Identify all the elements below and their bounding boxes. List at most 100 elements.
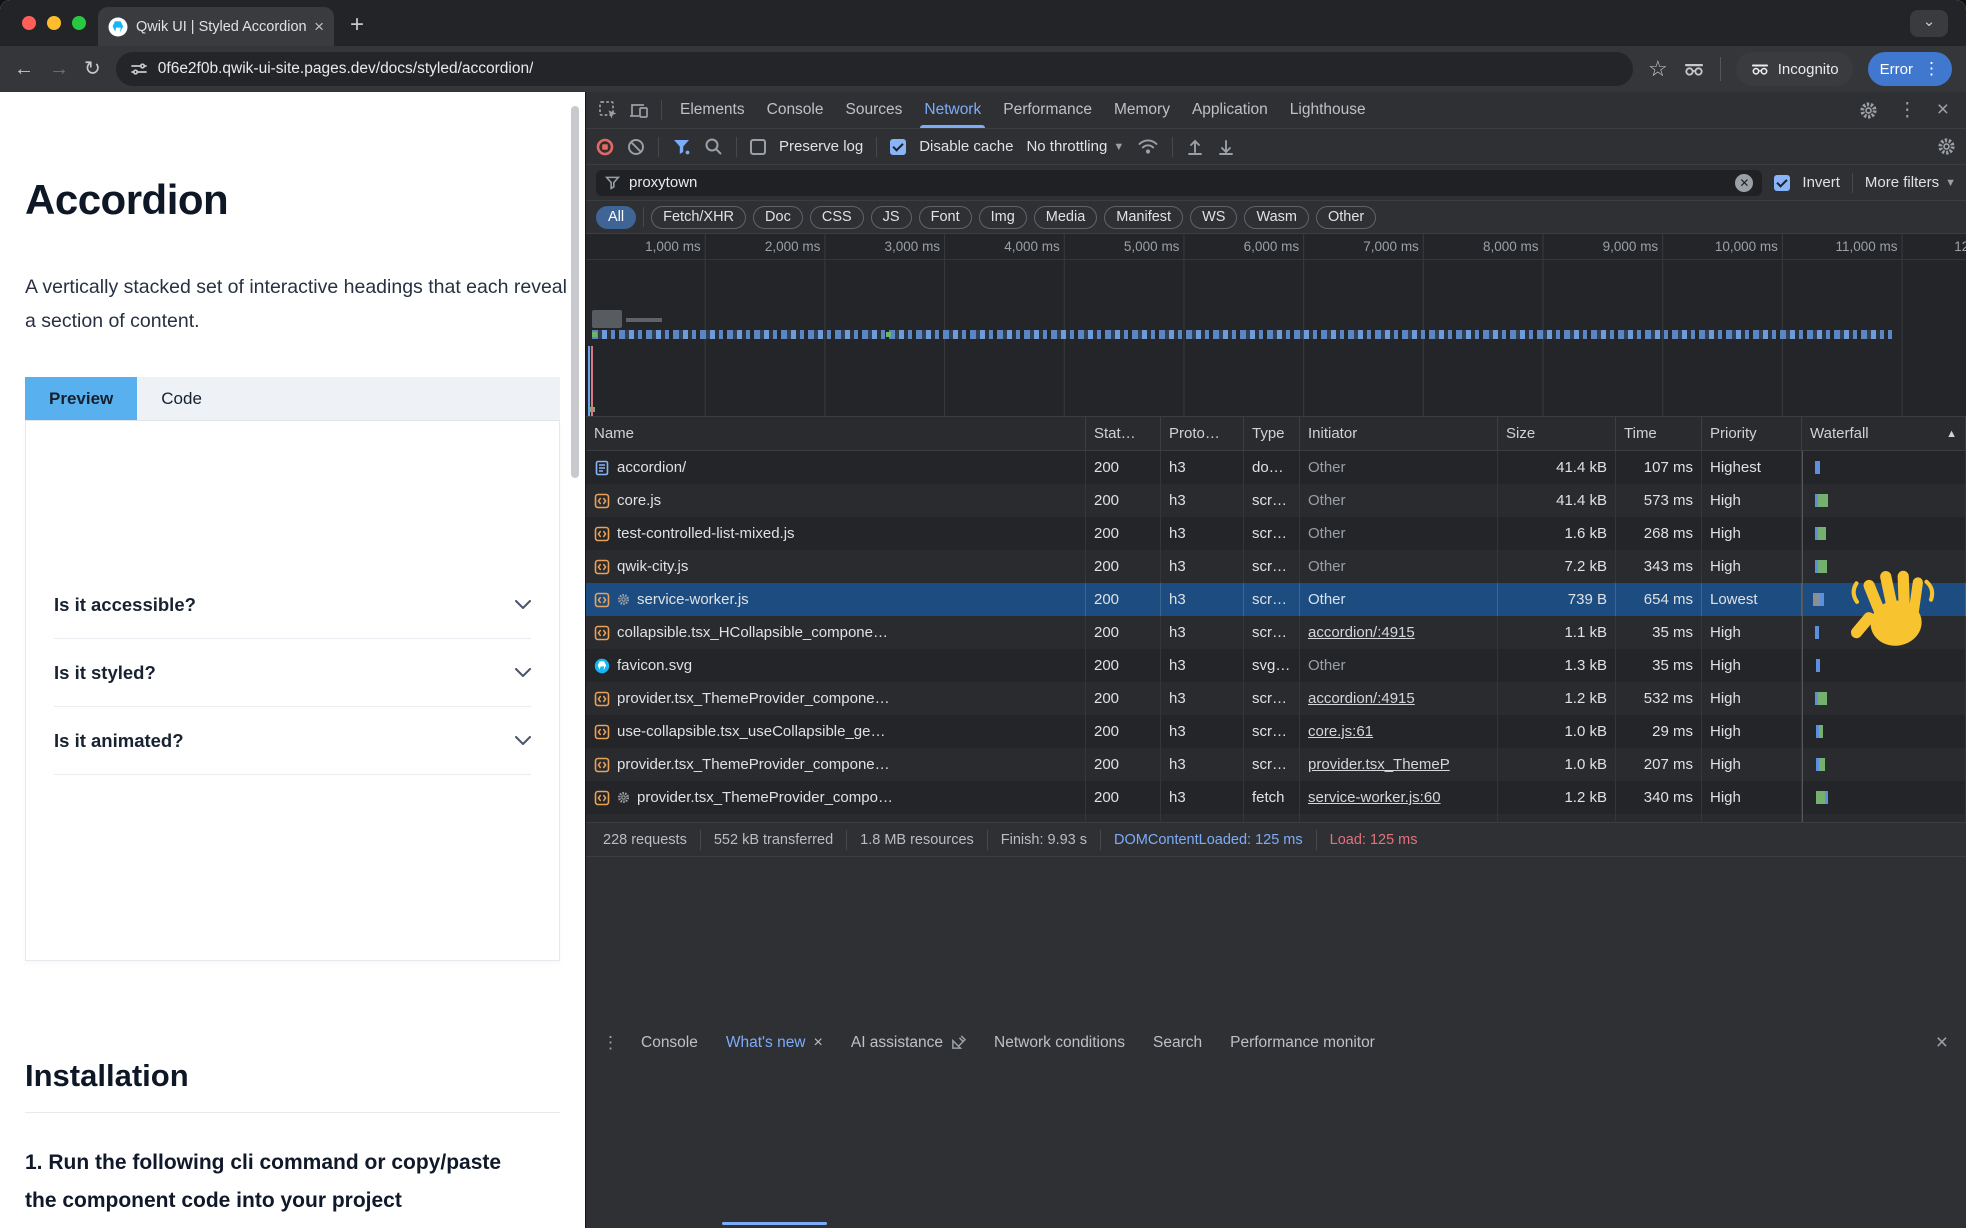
column-header-type[interactable]: Type: [1244, 417, 1300, 450]
column-header-waterfall[interactable]: Waterfall▲: [1802, 417, 1966, 450]
devtools-tab-network[interactable]: Network: [913, 92, 992, 128]
devtools-tab-application[interactable]: Application: [1181, 92, 1279, 128]
devtools-tab-performance[interactable]: Performance: [992, 92, 1103, 128]
request-row[interactable]: collapsible.tsx_HCollapsible_compone…200…: [586, 616, 1966, 649]
request-row[interactable]: core.js200h3scr…Other41.4 kB573 msHigh: [586, 484, 1966, 517]
request-row[interactable]: provider.js200h3fetchservice-worker.js:6…: [586, 814, 1966, 822]
devtools-tab-console[interactable]: Console: [756, 92, 835, 128]
drawer-tab-console[interactable]: Console: [627, 857, 712, 1228]
filter-chip-css[interactable]: CSS: [810, 206, 864, 229]
drawer-tab-whatsnew[interactable]: What's new×: [712, 857, 837, 1228]
filter-chip-font[interactable]: Font: [919, 206, 972, 229]
export-har-icon[interactable]: [1217, 138, 1235, 156]
column-header-initiator[interactable]: Initiator: [1300, 417, 1498, 450]
initiator-link[interactable]: core.js:61: [1308, 723, 1373, 740]
devtools-kebab-menu-icon[interactable]: ⋮: [1898, 99, 1917, 122]
filter-chip-img[interactable]: Img: [979, 206, 1027, 229]
filter-chip-wasm[interactable]: Wasm: [1244, 206, 1309, 229]
page-scrollbar[interactable]: [571, 106, 579, 478]
filter-chip-doc[interactable]: Doc: [753, 206, 803, 229]
initiator-link[interactable]: service-worker.js:60: [1308, 789, 1441, 806]
filter-input-wrapper[interactable]: ✕: [596, 170, 1762, 196]
filter-input[interactable]: [629, 174, 1726, 191]
column-header-proto[interactable]: Proto…: [1161, 417, 1244, 450]
inspect-element-icon[interactable]: [598, 100, 619, 121]
column-header-name[interactable]: Name: [586, 417, 1086, 450]
reload-icon[interactable]: ↻: [84, 59, 101, 79]
column-header-time[interactable]: Time: [1616, 417, 1702, 450]
filter-chip-all[interactable]: All: [596, 206, 636, 229]
close-window-button[interactable]: [22, 16, 36, 30]
browser-tab[interactable]: Qwik UI | Styled Accordion Co ×: [98, 7, 334, 46]
accordion-item[interactable]: Is it animated?: [54, 707, 531, 775]
drawer-tab-search[interactable]: Search: [1139, 857, 1216, 1228]
filter-chip-other[interactable]: Other: [1316, 206, 1376, 229]
import-har-icon[interactable]: [1186, 138, 1204, 156]
request-row[interactable]: service-worker.js200h3scr…Other739 B654 …: [586, 583, 1966, 616]
clear-network-log-icon[interactable]: [627, 138, 645, 156]
drawer-kebab-menu-icon[interactable]: ⋮: [602, 1033, 619, 1053]
filter-funnel-icon[interactable]: [672, 137, 691, 156]
initiator-link[interactable]: provider.tsx_ThemeP: [1308, 756, 1450, 773]
network-conditions-icon[interactable]: [1137, 137, 1159, 156]
request-row[interactable]: provider.tsx_ThemeProvider_compone…200h3…: [586, 748, 1966, 781]
devtools-tab-lighthouse[interactable]: Lighthouse: [1279, 92, 1377, 128]
network-settings-gear-icon[interactable]: [1937, 137, 1956, 156]
devtools-close-icon[interactable]: ×: [1937, 98, 1949, 122]
bookmark-star-icon[interactable]: ☆: [1648, 58, 1668, 80]
browser-menu-error-button[interactable]: Error ⋮: [1868, 52, 1952, 86]
filter-chip-fetchxhr[interactable]: Fetch/XHR: [651, 206, 746, 229]
initiator-link[interactable]: accordion/:4915: [1308, 624, 1415, 641]
preserve-log-checkbox[interactable]: [750, 139, 766, 155]
search-icon[interactable]: [704, 137, 723, 156]
profile-incognito-icon[interactable]: [1683, 60, 1705, 78]
request-row[interactable]: accordion/200h3do…Other41.4 kB107 msHigh…: [586, 451, 1966, 484]
filter-chip-manifest[interactable]: Manifest: [1104, 206, 1183, 229]
overview-selection[interactable]: [592, 310, 622, 328]
accordion-item[interactable]: Is it accessible?: [54, 571, 531, 639]
invert-checkbox[interactable]: [1774, 175, 1790, 191]
minimize-window-button[interactable]: [47, 16, 61, 30]
new-tab-button[interactable]: +: [350, 11, 364, 39]
request-row[interactable]: test-controlled-list-mixed.js200h3scr…Ot…: [586, 517, 1966, 550]
tab-search-chevron-icon[interactable]: ⌄: [1910, 10, 1948, 37]
accordion-item[interactable]: Is it styled?: [54, 639, 531, 707]
filter-chip-ws[interactable]: WS: [1190, 206, 1237, 229]
initiator-link[interactable]: accordion/:4915: [1308, 690, 1415, 707]
drawer-tab-aiassistance[interactable]: AI assistance: [837, 857, 980, 1228]
forward-icon[interactable]: →: [49, 59, 69, 79]
address-bar[interactable]: 0f6e2f0b.qwik-ui-site.pages.dev/docs/sty…: [116, 52, 1633, 86]
throttling-select[interactable]: No throttling ▼: [1026, 138, 1124, 155]
column-header-stat[interactable]: Stat…: [1086, 417, 1161, 450]
request-name: test-controlled-list-mixed.js: [617, 525, 795, 542]
maximize-window-button[interactable]: [72, 16, 86, 30]
filter-chip-js[interactable]: JS: [871, 206, 912, 229]
drawer-tab-networkconditions[interactable]: Network conditions: [980, 857, 1139, 1228]
close-drawer-tab-icon[interactable]: ×: [814, 1034, 823, 1052]
more-filters-dropdown[interactable]: More filters ▼: [1865, 174, 1956, 191]
filter-chip-media[interactable]: Media: [1034, 206, 1098, 229]
devtools-tab-elements[interactable]: Elements: [669, 92, 756, 128]
column-header-size[interactable]: Size: [1498, 417, 1616, 450]
request-row[interactable]: qwik-city.js200h3scr…Other7.2 kB343 msHi…: [586, 550, 1966, 583]
column-header-priority[interactable]: Priority: [1702, 417, 1802, 450]
drawer-close-icon[interactable]: ×: [1936, 1031, 1948, 1055]
devtools-settings-gear-icon[interactable]: [1859, 101, 1878, 120]
tab-preview[interactable]: Preview: [25, 377, 137, 420]
site-settings-icon[interactable]: [130, 60, 148, 78]
request-row[interactable]: use-collapsible.tsx_useCollapsible_ge…20…: [586, 715, 1966, 748]
back-icon[interactable]: ←: [14, 59, 34, 79]
record-network-log-icon[interactable]: [596, 138, 614, 156]
clear-filter-icon[interactable]: ✕: [1735, 174, 1753, 192]
devtools-tab-memory[interactable]: Memory: [1103, 92, 1181, 128]
request-row[interactable]: favicon.svg200h3svg…Other1.3 kB35 msHigh: [586, 649, 1966, 682]
request-row[interactable]: provider.tsx_ThemeProvider_compone…200h3…: [586, 682, 1966, 715]
close-tab-icon[interactable]: ×: [314, 18, 324, 35]
device-toolbar-icon[interactable]: [629, 101, 650, 120]
disable-cache-checkbox[interactable]: [890, 139, 906, 155]
network-overview-timeline[interactable]: 1,000 ms2,000 ms3,000 ms4,000 ms5,000 ms…: [586, 234, 1966, 417]
request-row[interactable]: provider.tsx_ThemeProvider_compo…200h3fe…: [586, 781, 1966, 814]
drawer-tab-performancemonitor[interactable]: Performance monitor: [1216, 857, 1389, 1228]
devtools-tab-sources[interactable]: Sources: [835, 92, 914, 128]
tab-code[interactable]: Code: [137, 377, 226, 420]
